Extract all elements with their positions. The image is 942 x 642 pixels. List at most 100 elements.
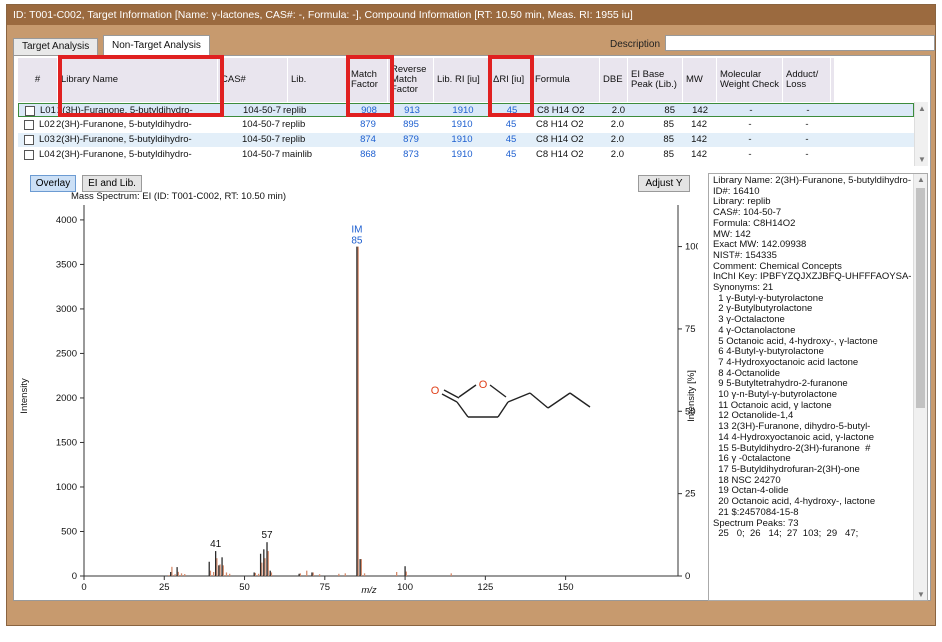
y-right-tick-label: 100 (685, 242, 698, 253)
chain-bond (547, 392, 571, 409)
info-line: NIST#: 154335 (713, 250, 777, 261)
table-row[interactable]: L03 2(3H)-Furanone, 5-butyldihydro- 104-… (18, 133, 914, 147)
info-line: 14 4-Hydroxyoctanoic acid, γ-lactone (713, 432, 875, 443)
row-dbe: 2.0 (610, 119, 624, 130)
row-id: L01 (40, 105, 56, 116)
row-mw: 142 (691, 119, 707, 130)
col-lib-header[interactable]: Lib. (288, 58, 348, 102)
chart-title: Mass Spectrum: EI (ID: T001-C002, RT: 10… (71, 191, 286, 202)
peak-annotation-ion: IM (351, 225, 362, 236)
col-mw-header[interactable]: MW (683, 58, 717, 102)
row-library-name: 2(3H)-Furanone, 5-butyldihydro- (56, 149, 192, 160)
info-line: 3 γ-Octalactone (713, 315, 785, 326)
overlay-button[interactable]: Overlay (30, 175, 76, 192)
col-dbe-header[interactable]: DBE (600, 58, 628, 102)
scrollbar-thumb[interactable] (916, 188, 925, 408)
info-line: ID#: 16410 (713, 186, 760, 197)
row-library-name: 2(3H)-Furanone, 5-butyldihydro- (56, 119, 192, 130)
molecule-structure: O O (431, 379, 591, 418)
table-scrollbar[interactable]: ▲ ▼ (914, 102, 928, 166)
info-line: 17 5-Butyldihydrofuran-2(3H)-one (713, 464, 860, 475)
row-lib-ri: 1910 (451, 149, 473, 160)
x-tick-label: 75 (320, 582, 331, 593)
chain-bond (569, 392, 591, 408)
row-mw: 142 (692, 105, 708, 116)
row-delta-ri: 45 (505, 149, 517, 160)
info-line: CAS#: 104-50-7 (713, 208, 782, 219)
adjust-y-button[interactable]: Adjust Y (638, 175, 690, 192)
info-line: 7 4-Hydroxyoctanoic acid lactone (713, 357, 859, 368)
col-cas-header[interactable]: CAS# (218, 58, 288, 102)
y-right-tick-label: 25 (685, 489, 696, 500)
row-cas: 104-50-7 (241, 149, 280, 160)
ring-bond (489, 384, 507, 398)
row-match-factor: 868 (360, 149, 376, 160)
row-mw: 142 (691, 134, 707, 145)
scroll-down-icon[interactable]: ▼ (918, 155, 926, 164)
tab-target-analysis[interactable]: Target Analysis (13, 38, 99, 55)
col-adduct-header[interactable]: Adduct/ Loss (783, 58, 831, 102)
col-lib-ri-header[interactable]: Lib. RI [iu] (434, 58, 490, 102)
row-dbe: 2.0 (610, 149, 624, 160)
y-tick-label: 3000 (56, 304, 77, 315)
col-num-header[interactable]: # (18, 58, 58, 102)
row-library-name: 2(3H)-Furanone, 5-butyldihydro- (56, 134, 192, 145)
info-scrollbar[interactable]: ▲ ▼ (913, 174, 927, 600)
info-line: Exact MW: 142.09938 (713, 240, 807, 251)
highlight-library-name (58, 55, 224, 117)
info-line: 5 Octanoic acid, 4-hydroxy-, γ-lactone (713, 336, 878, 347)
row-lib-ri: 1910 (452, 105, 474, 116)
ring-oxygen-atom: O (479, 379, 488, 391)
row-cas: 104-50-7 (241, 119, 280, 130)
row-dbe: 2.0 (610, 134, 624, 145)
row-ei-base-peak: 85 (663, 119, 674, 130)
description-input[interactable] (665, 35, 935, 51)
info-line: 11 Octanoic acid, γ lactone (713, 400, 832, 411)
info-line: 25 0; 26 14; 27 103; 29 47; (713, 529, 859, 540)
table-row[interactable]: L02 2(3H)-Furanone, 5-butyldihydro- 104-… (18, 118, 914, 132)
y-tick-label: 1000 (56, 482, 77, 493)
row-formula: C8 H14 O2 (537, 105, 585, 116)
row-ei-base-peak: 85 (663, 149, 674, 160)
info-line: 8 4-Octanolide (713, 368, 781, 379)
row-checkbox[interactable] (24, 150, 34, 160)
row-adduct: - (806, 105, 810, 116)
x-tick-label: 100 (397, 582, 413, 593)
info-line: 13 2(3H)-Furanone, dihydro-5-butyl- (713, 422, 871, 433)
mass-spectrum-chart[interactable]: Mass Spectrum: EI (ID: T001-C002, RT: 10… (18, 191, 698, 601)
info-line: 12 Octanolide-1,4 (713, 411, 794, 422)
row-reverse-match: 873 (403, 149, 419, 160)
tab-non-target-analysis[interactable]: Non-Target Analysis (103, 35, 210, 55)
col-ei-base-peak-header[interactable]: EI Base Peak (Lib.) (628, 58, 683, 102)
col-reverse-match-header[interactable]: Reverse Match Factor (388, 58, 434, 102)
row-checkbox[interactable] (24, 135, 34, 145)
row-checkbox[interactable] (24, 120, 34, 130)
ring-bond (458, 384, 477, 398)
info-line: Comment: Chemical Concepts (713, 261, 842, 272)
ei-and-lib-button[interactable]: EI and Lib. (82, 175, 142, 192)
table-row[interactable]: L04 2(3H)-Furanone, 5-butyldihydro- 104-… (18, 148, 914, 162)
row-adduct: - (805, 149, 809, 160)
scroll-up-icon[interactable]: ▲ (917, 175, 925, 184)
y-right-tick-label: 75 (685, 324, 696, 335)
info-line: 9 5-Butyltetrahydro-2-furanone (713, 379, 848, 390)
row-lib: replib (282, 119, 306, 130)
col-mw-check-header[interactable]: Molecular Weight Check (717, 58, 783, 102)
y-right-tick-label: 0 (685, 571, 690, 582)
info-line: 10 γ-n-Butyl-γ-butyrolactone (713, 390, 838, 401)
y-tick-label: 3500 (56, 259, 77, 270)
x-tick-label: 0 (81, 582, 86, 593)
scroll-down-icon[interactable]: ▼ (917, 590, 925, 599)
row-match-factor: 874 (360, 134, 376, 145)
row-formula: C8 H14 O2 (536, 134, 584, 145)
app-window: ID: T001-C002, Target Information [Name:… (6, 4, 936, 626)
x-axis-label: m/z (361, 585, 377, 596)
scroll-up-icon[interactable]: ▲ (918, 104, 926, 113)
carbonyl-oxygen-atom: O (431, 385, 440, 397)
row-reverse-match: 913 (404, 105, 420, 116)
non-target-panel: # Library Name CAS# Lib. Match Factor Re… (13, 55, 931, 601)
row-lib: mainlib (282, 149, 313, 160)
col-formula-header[interactable]: Formula (532, 58, 600, 102)
row-checkbox[interactable] (25, 106, 35, 116)
library-info-pane[interactable]: Library Name: 2(3H)-Furanone, 5-butyldih… (708, 173, 928, 601)
